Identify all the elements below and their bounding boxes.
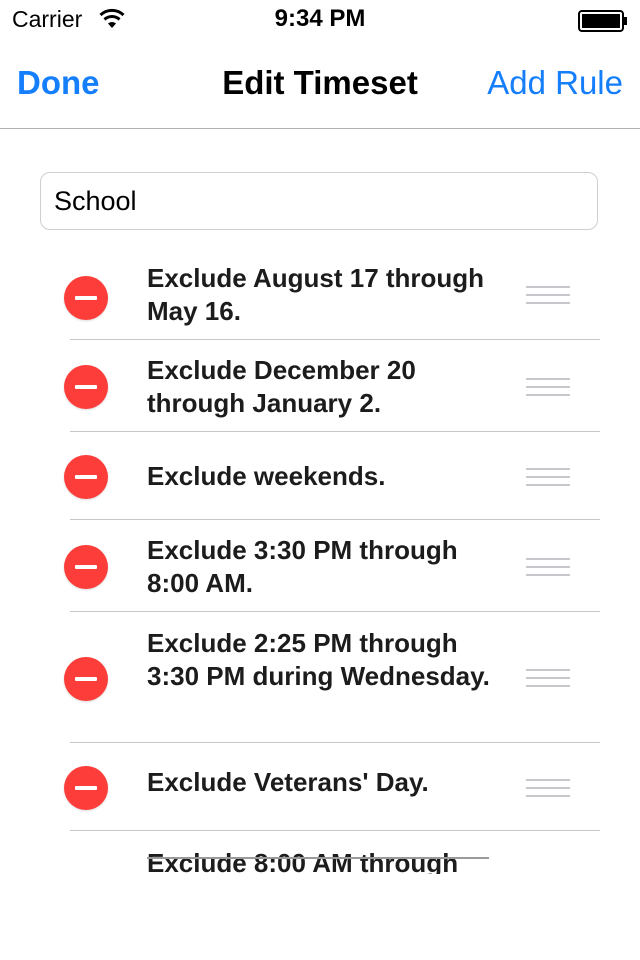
reorder-icon[interactable]	[526, 669, 570, 687]
delete-icon[interactable]	[64, 766, 108, 810]
rule-text: Exclude 8:00 AM through	[147, 848, 459, 874]
reorder-icon[interactable]	[526, 779, 570, 797]
rule-text: Exclude 2:25 PM through 3:30 PM during W…	[147, 628, 490, 691]
status-bar: Carrier 9:34 PM	[0, 0, 640, 40]
rule-row[interactable]: Exclude Veterans' Day.	[0, 743, 640, 831]
done-button[interactable]: Done	[17, 64, 100, 102]
delete-icon[interactable]	[64, 657, 108, 701]
rule-row[interactable]: Exclude 3:30 PM through 8:00 AM.	[0, 520, 640, 612]
delete-icon[interactable]	[64, 545, 108, 589]
rule-text: Exclude August 17 through May 16.	[147, 263, 485, 326]
add-rule-button[interactable]: Add Rule	[487, 64, 623, 102]
rule-row[interactable]: Exclude August 17 through May 16.	[0, 248, 640, 340]
drag-indicator-line	[147, 857, 489, 859]
rule-row[interactable]: Exclude weekends.	[0, 432, 640, 520]
rule-text: Exclude 3:30 PM through 8:00 AM.	[147, 535, 458, 598]
rule-text: Exclude weekends.	[147, 461, 386, 491]
delete-icon[interactable]	[64, 455, 108, 499]
rule-row[interactable]: Exclude 8:00 AM through	[0, 831, 640, 874]
timeset-name-field[interactable]	[40, 172, 598, 230]
navigation-bar: Done Edit Timeset Add Rule	[0, 40, 640, 129]
reorder-icon[interactable]	[526, 286, 570, 304]
delete-icon[interactable]	[64, 365, 108, 409]
battery-icon	[578, 10, 627, 32]
reorder-icon[interactable]	[526, 468, 570, 486]
status-time: 9:34 PM	[274, 5, 366, 32]
rule-text: Exclude Veterans' Day.	[147, 767, 429, 797]
reorder-icon[interactable]	[526, 378, 570, 396]
delete-icon[interactable]	[64, 276, 108, 320]
rule-row[interactable]: Exclude December 20 through January 2.	[0, 340, 640, 432]
rule-row[interactable]: Exclude 2:25 PM through 3:30 PM during W…	[0, 612, 640, 743]
rule-text: Exclude December 20 through January 2.	[147, 355, 416, 418]
reorder-icon[interactable]	[526, 558, 570, 576]
rule-list: Exclude August 17 through May 16. Exclud…	[0, 248, 640, 874]
